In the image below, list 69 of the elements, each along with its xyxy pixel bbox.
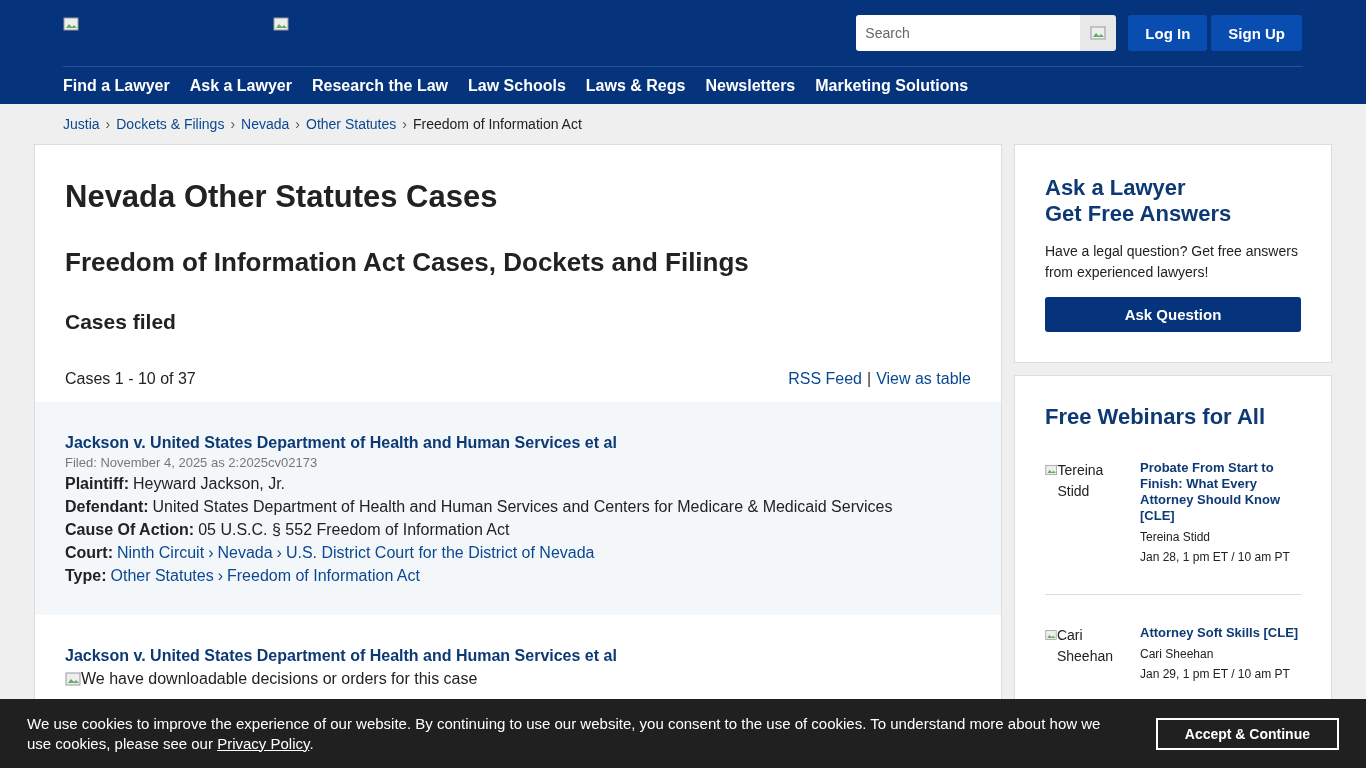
field-label: Plaintiff: (65, 475, 129, 493)
photo-alt-text: Cari Sheehan (1056, 626, 1114, 666)
photo-alt-text: Tereina Stidd (1057, 461, 1105, 501)
broken-image-icon (273, 16, 289, 32)
case-title-link[interactable]: Jackson v. United States Department of Health and Human Services et al (65, 647, 971, 665)
webinar-time: Jan 29, 1 pm ET / 10 am PT (1140, 667, 1291, 681)
breadcrumb-link[interactable]: Justia (63, 116, 100, 132)
nav-link[interactable]: Newsletters (705, 76, 796, 95)
link-separator: | (866, 370, 872, 388)
feed-link[interactable]: View as table (876, 370, 971, 388)
breadcrumb-separator: › (105, 116, 111, 132)
broken-image-icon (1045, 463, 1058, 477)
field-link[interactable]: U.S. District Court for the District of Nevada (285, 544, 595, 562)
field-link[interactable]: Freedom of Information Act (227, 567, 420, 585)
image-alt-text: We have downloadable decisions or orders for this case (81, 670, 478, 688)
field-label: Cause Of Action: (65, 521, 195, 539)
broken-image-icon (65, 671, 81, 687)
breadcrumb-link[interactable]: Dockets & Filings (116, 116, 225, 132)
breadcrumb-current: Freedom of Information Act (412, 116, 582, 132)
field-value: Heyward Jackson, Jr. (133, 475, 286, 493)
broken-image-icon (63, 16, 79, 32)
path-separator: › (217, 567, 223, 585)
ask-question-button[interactable]: Ask Question (1045, 297, 1301, 332)
breadcrumb-link[interactable]: Nevada (241, 116, 290, 132)
search-field[interactable]: Search (856, 15, 1081, 51)
field-link[interactable]: Other Statutes (110, 567, 214, 585)
filed-date: Filed: November 4, 2025 as 2:2025cv02173 (65, 455, 319, 470)
cookie-notice-text: We use cookies to improve the experience of our website. By continuing to use our website, you consent to the use of cookies. To understand more about how we use cookies, please see our Privacy Policy. (27, 713, 1102, 754)
privacy-policy-link[interactable]: Privacy Policy (217, 734, 310, 752)
path-separator: › (208, 544, 214, 562)
page-title: Nevada Other Statutes Cases (65, 179, 499, 215)
page-subtitle: Freedom of Information Act Cases, Dockets and Filings (65, 247, 750, 278)
nav-link[interactable]: Law Schools (468, 76, 566, 95)
field-value: United States Department of Health and Human Services and Centers for Medicare & Medicaid Services (152, 498, 893, 516)
card-heading: Free Webinars for All (1045, 404, 1267, 430)
presenter-name: Cari Sheehan (1140, 647, 1215, 661)
path-separator: › (276, 544, 282, 562)
login-button[interactable]: Log In (1128, 15, 1208, 51)
card-heading: Ask a Lawyer (1045, 175, 1187, 201)
broken-image-icon (1090, 25, 1107, 41)
field-link[interactable]: Ninth Circuit (117, 544, 205, 562)
breadcrumb-separator: › (295, 116, 300, 132)
card-heading: Get Free Answers (1045, 201, 1233, 227)
breadcrumb-link[interactable]: Other Statutes (306, 116, 397, 132)
presenter-name: Tereina Stidd (1140, 530, 1212, 544)
feed-link[interactable]: RSS Feed (788, 370, 862, 388)
field-link[interactable]: Nevada (217, 544, 273, 562)
webinar-title-link[interactable]: Attorney Soft Skills [CLE] (1140, 625, 1299, 641)
nav-link[interactable]: Research the Law (312, 76, 449, 95)
broken-image-icon (1045, 628, 1057, 642)
field-label: Court: (65, 544, 113, 562)
nav-link[interactable]: Ask a Lawyer (189, 76, 292, 95)
breadcrumb-separator: › (230, 116, 236, 132)
nav-link[interactable]: Find a Lawyer (63, 76, 170, 95)
field-value: 05 U.S.C. § 552 Freedom of Information Act (198, 521, 510, 539)
card-text: Have a legal question? Get free answers from experienced lawyers! (1045, 242, 1299, 282)
section-heading: Cases filed (65, 310, 177, 334)
nav-link[interactable]: Marketing Solutions (815, 76, 969, 95)
webinar-title-link[interactable]: Probate From Start to Finish: What Every Attorney Should Know [CLE] (1140, 460, 1301, 524)
breadcrumb-separator: › (402, 116, 407, 132)
field-label: Defendant: (65, 498, 149, 516)
case-count: Cases 1 - 10 of 37 (65, 370, 196, 388)
case-title-link[interactable]: Jackson v. United States Department of Health and Human Services et al (65, 434, 971, 452)
accept-button[interactable]: Accept & Continue (1155, 717, 1339, 750)
signup-button[interactable]: Sign Up (1211, 15, 1302, 51)
webinar-time: Jan 28, 1 pm ET / 10 am PT (1140, 550, 1291, 564)
field-label: Type: (65, 567, 107, 585)
search-button[interactable] (1080, 15, 1117, 51)
nav-link[interactable]: Laws & Regs (585, 76, 686, 95)
